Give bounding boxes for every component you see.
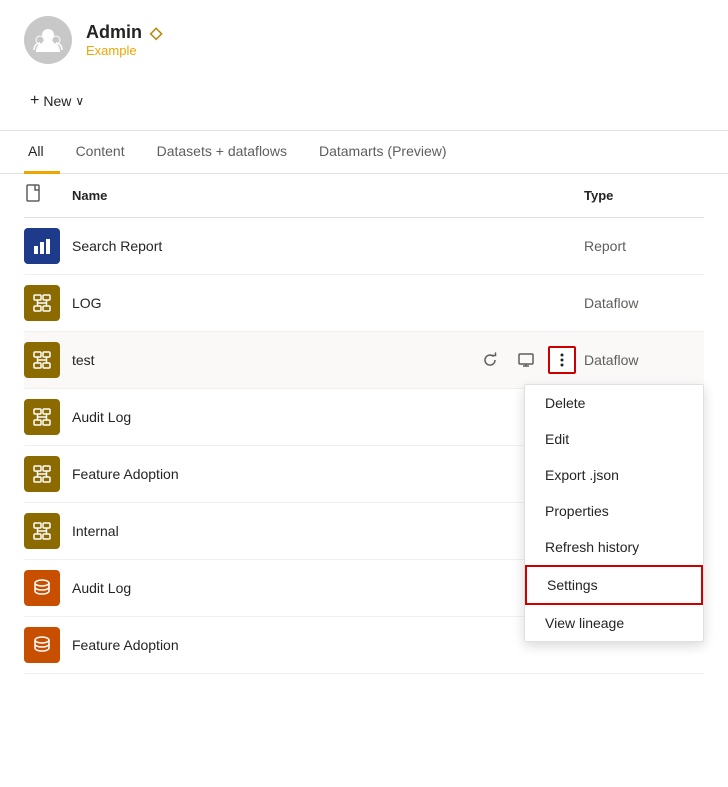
ellipsis-vertical-icon: [560, 352, 564, 368]
workspace-name: Admin: [86, 22, 142, 43]
menu-item-edit[interactable]: Edit: [525, 421, 703, 457]
database-icon: [32, 635, 52, 655]
avatar: [24, 16, 72, 64]
premium-icon: ◇: [150, 23, 162, 43]
database-icon: [32, 578, 52, 598]
new-button[interactable]: + New ∨: [24, 88, 90, 114]
item-icon-dataflow: [24, 513, 60, 549]
item-icon-dataflow: [24, 285, 60, 321]
item-type: Report: [584, 238, 704, 254]
item-icon-dataflow: [24, 342, 60, 378]
row-actions: [476, 346, 576, 374]
workspace-info: Admin ◇ Example: [86, 22, 162, 58]
tab-all[interactable]: All: [24, 131, 60, 174]
item-icon-report: [24, 228, 60, 264]
table-row: LOG Dataflow: [24, 275, 704, 332]
avatar-icon: [32, 24, 64, 56]
menu-item-lineage[interactable]: View lineage: [525, 605, 703, 641]
item-icon-dataflow: [24, 456, 60, 492]
menu-item-export[interactable]: Export .json: [525, 457, 703, 493]
dataflow-icon: [32, 293, 52, 313]
menu-item-settings[interactable]: Settings: [525, 565, 703, 605]
toolbar: + New ∨: [0, 80, 728, 131]
workspace-title: Admin ◇: [86, 22, 162, 43]
monitor-button[interactable]: [512, 346, 540, 374]
tab-datamarts[interactable]: Datamarts (Preview): [303, 131, 463, 174]
refresh-button[interactable]: [476, 346, 504, 374]
items-table: Name Type Search Report Report: [0, 174, 728, 674]
item-name: Search Report: [72, 238, 584, 254]
item-type: Dataflow: [584, 295, 704, 311]
item-name: LOG: [72, 295, 584, 311]
workspace-subtitle: Example: [86, 43, 162, 58]
more-options-button[interactable]: [548, 346, 576, 374]
item-name: Audit Log: [72, 409, 584, 425]
dataflow-icon: [32, 464, 52, 484]
monitor-icon: [518, 352, 534, 368]
tab-datasets[interactable]: Datasets + dataflows: [141, 131, 303, 174]
item-name: test: [72, 352, 476, 368]
item-icon-database: [24, 627, 60, 663]
workspace-header: Admin ◇ Example: [0, 0, 728, 80]
menu-item-delete[interactable]: Delete: [525, 385, 703, 421]
chevron-down-icon: ∨: [75, 94, 84, 108]
dataflow-icon: [32, 521, 52, 541]
menu-item-refresh[interactable]: Refresh history: [525, 529, 703, 565]
item-name: Feature Adoption: [72, 466, 584, 482]
plus-icon: +: [30, 92, 39, 110]
table-row: test: [24, 332, 704, 389]
item-name: Audit Log: [72, 580, 584, 596]
refresh-icon: [482, 352, 498, 368]
file-header-icon: [24, 184, 44, 204]
table-row: Search Report Report: [24, 218, 704, 275]
table-header: Name Type: [24, 174, 704, 218]
menu-item-properties[interactable]: Properties: [525, 493, 703, 529]
dataflow-icon: [32, 407, 52, 427]
item-icon-dataflow: [24, 399, 60, 435]
item-type: Dataflow: [584, 352, 704, 368]
col-header-name: Name: [72, 188, 584, 203]
item-name: Internal: [72, 523, 584, 539]
tab-bar: All Content Datasets + dataflows Datamar…: [0, 131, 728, 174]
item-icon-database: [24, 570, 60, 606]
bar-chart-icon: [32, 236, 52, 256]
col-header-type: Type: [584, 188, 704, 203]
header-icon-col: [24, 184, 72, 207]
dataflow-icon: [32, 350, 52, 370]
context-menu: Delete Edit Export .json Properties Refr…: [524, 384, 704, 642]
item-name: Feature Adoption: [72, 637, 584, 653]
new-label: New: [43, 93, 71, 109]
tab-content[interactable]: Content: [60, 131, 141, 174]
